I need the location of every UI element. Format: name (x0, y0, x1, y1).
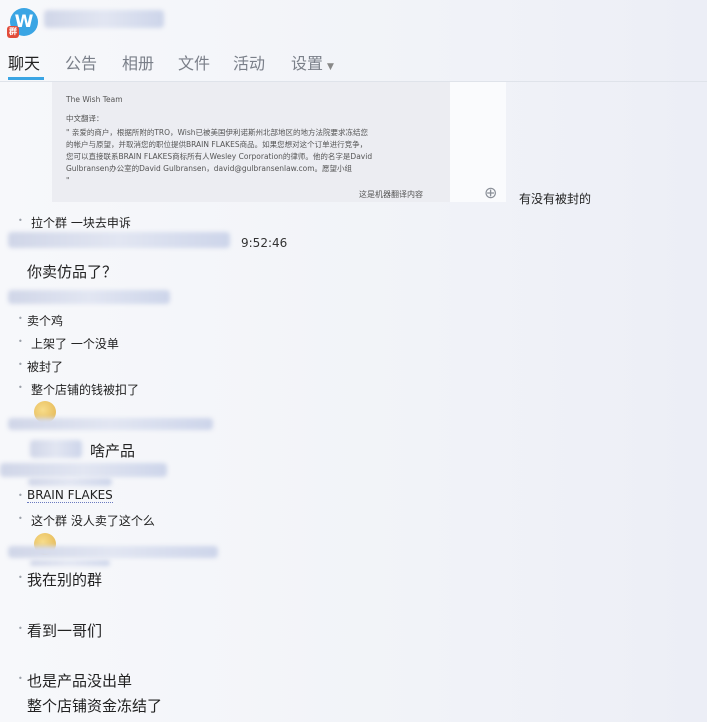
bullet-icon: • (18, 360, 23, 369)
blurred-sender-name (30, 560, 110, 566)
bullet-icon: • (18, 383, 23, 392)
bullet-icon: • (18, 314, 23, 323)
bullet-icon: • (18, 216, 23, 225)
wish-app-icon[interactable]: W群 (7, 8, 38, 38)
bullet-icon: • (18, 674, 23, 683)
blurred-sender-name (28, 478, 112, 486)
chat-message: 我在别的群 (27, 571, 103, 589)
title-bar: W群 (0, 0, 707, 44)
chat-message: 啥产品 (90, 442, 136, 460)
badge-icon: 群 (7, 26, 19, 38)
translated-email-image[interactable]: The Wish Team 中文翻译： " 亲爱的商户，根据所附的TRO，Wis… (52, 82, 450, 202)
tab-announcements[interactable]: 公告 (65, 50, 97, 74)
message-timestamp: 9:52:46 (241, 236, 288, 250)
chat-message: BRAIN FLAKES (27, 488, 113, 503)
blurred-sender-name (0, 463, 167, 477)
machine-translation-note: 这是机器翻译内容 (359, 190, 423, 199)
image-padding (450, 82, 506, 202)
chat-message: 看到一哥们 (27, 622, 103, 640)
card-team: The Wish Team (66, 95, 123, 104)
card-body-line: " 亲爱的商户，根据所附的TRO，Wish已被美国伊利诺斯州北部地区的地方法院要… (66, 128, 369, 137)
blurred-group-name (44, 10, 164, 28)
tab-album[interactable]: 相册 (122, 50, 154, 74)
card-body-line: Gulbransen办公室的David Gulbransen，david@gul… (66, 164, 353, 173)
blurred-sender-name (30, 440, 82, 458)
tab-activities[interactable]: 活动 (233, 50, 265, 74)
blurred-sender-name (8, 546, 218, 558)
bullet-icon: • (18, 491, 23, 500)
chat-message: 卖个鸡 (27, 314, 64, 328)
bullet-icon: • (18, 624, 23, 633)
tab-settings[interactable]: 设置 ▼ (291, 50, 334, 74)
chat-message: 被封了 (27, 360, 64, 374)
chat-message: 拉个群 一块去申诉 (31, 216, 131, 230)
card-body-line: 您可以直接联系BRAIN FLAKES商标所有人Wesley Corporati… (66, 152, 373, 161)
bullet-icon: • (18, 337, 23, 346)
chat-message: 整个店铺资金冻结了 (27, 697, 163, 715)
zoom-in-icon[interactable]: ⊕ (484, 183, 497, 202)
chat-message: 上架了 一个没单 (31, 337, 119, 351)
chat-message: 有没有被封的 (519, 192, 592, 206)
chat-message: 这个群 没人卖了这个么 (31, 514, 155, 528)
chevron-down-icon: ▼ (327, 62, 334, 72)
blurred-sender-name (8, 290, 170, 304)
active-tab-indicator (8, 77, 44, 80)
blurred-sender-name (8, 232, 230, 248)
card-body-line: " (66, 176, 70, 185)
chat-message: 也是产品没出单 (27, 672, 133, 690)
card-body-line: 的帐户与原望，并取消您的职位提供BRAIN FLAKES商品。如果您想对这个订单… (66, 140, 368, 149)
chat-message: 整个店铺的钱被扣了 (31, 383, 140, 397)
bullet-icon: • (18, 573, 23, 582)
bullet-icon: • (18, 514, 23, 523)
card-heading: 中文翻译： (66, 114, 104, 123)
chat-message: 你卖仿品了？ (27, 263, 118, 281)
tab-bar: 聊天 公告 相册 文件 活动 设置 ▼ (0, 44, 707, 82)
tab-settings-label: 设置 (291, 54, 324, 73)
tab-files[interactable]: 文件 (178, 50, 210, 74)
blurred-sender-name (8, 418, 213, 430)
tab-chat[interactable]: 聊天 (8, 50, 40, 74)
